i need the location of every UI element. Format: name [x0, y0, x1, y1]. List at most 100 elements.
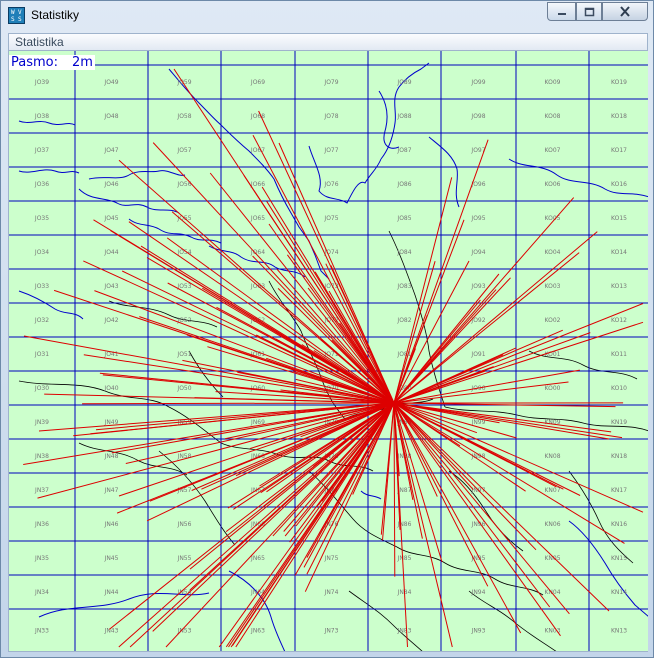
locator-label: JN74 — [324, 589, 339, 596]
country-border-9 — [78, 442, 188, 476]
locator-label: KN04 — [544, 589, 560, 596]
window-title: Statistiky — [31, 8, 80, 22]
coastline-11 — [428, 136, 460, 208]
locator-label: JO82 — [396, 317, 411, 324]
locator-label: KO09 — [545, 79, 561, 86]
locator-label: JN86 — [397, 521, 412, 528]
coastline-2 — [380, 62, 430, 160]
qso-line — [393, 402, 522, 634]
locator-label: JO40 — [103, 385, 118, 392]
maximize-icon — [584, 7, 594, 16]
locator-label: JO77 — [323, 147, 338, 154]
maximize-button[interactable] — [576, 2, 602, 21]
country-border-16 — [468, 590, 557, 651]
qso-line — [393, 402, 396, 577]
locator-label: JN73 — [324, 628, 339, 635]
coastline-9 — [18, 169, 80, 174]
band-label: Pasmo: — [11, 55, 58, 70]
locator-label: KO10 — [611, 385, 627, 392]
locator-label: JO52 — [176, 317, 191, 324]
locator-label: JO85 — [396, 215, 411, 222]
locator-label: KO05 — [545, 215, 561, 222]
locator-label: JO35 — [34, 215, 49, 222]
locator-label: KN16 — [611, 521, 627, 528]
locator-label: JO89 — [396, 79, 411, 86]
locator-label: JN83 — [397, 628, 412, 635]
locator-label: JO47 — [103, 147, 118, 154]
locator-label: JN45 — [104, 555, 119, 562]
locator-label: JN34 — [34, 589, 49, 596]
locator-label: KO12 — [611, 317, 627, 324]
locator-map[interactable]: JO39 JO49 JO59 JO69 JO79 JO89 JO99 KO09 KO19JO38… — [9, 51, 648, 652]
locator-label: JN46 — [104, 521, 119, 528]
locator-label: KO13 — [611, 283, 627, 290]
coastline-0 — [168, 68, 330, 280]
locator-label: JO58 — [176, 113, 191, 120]
menu-statistika[interactable]: Statistika — [15, 35, 64, 49]
country-border-14 — [568, 470, 634, 564]
locator-label: JN37 — [34, 487, 49, 494]
locator-label: JN96 — [471, 521, 486, 528]
locator-label: JO55 — [176, 215, 191, 222]
locator-label: JO65 — [250, 215, 265, 222]
locator-label: KO02 — [545, 317, 561, 324]
locator-label: JN47 — [104, 487, 119, 494]
locator-label: JO63 — [250, 283, 265, 290]
locator-label: KO15 — [611, 215, 627, 222]
locator-label: JN48 — [104, 453, 119, 460]
locator-label: JN38 — [34, 453, 49, 460]
close-button[interactable] — [602, 2, 648, 21]
locator-label: JO57 — [176, 147, 191, 154]
locator-label: JO39 — [34, 79, 49, 86]
locator-label: KO06 — [545, 181, 561, 188]
locator-label: JO87 — [396, 147, 411, 154]
locator-label: JN93 — [471, 628, 486, 635]
locator-label: JO50 — [176, 385, 191, 392]
locator-label: KO08 — [545, 113, 561, 120]
locator-label: KN13 — [611, 628, 627, 635]
qso-line — [393, 252, 580, 404]
locator-label: JO81 — [396, 351, 411, 358]
coastline-4 — [88, 170, 186, 180]
coastline-1 — [308, 145, 382, 204]
locator-label: KO17 — [611, 147, 627, 154]
locator-label: KO11 — [611, 351, 627, 358]
locator-label: JO33 — [34, 283, 49, 290]
locator-label: JN63 — [250, 628, 265, 635]
country-border-15 — [348, 590, 423, 651]
coastline-15 — [568, 520, 648, 617]
qso-line — [393, 197, 575, 404]
locator-label: JN64 — [250, 589, 265, 596]
locator-label: JO44 — [103, 249, 118, 256]
locator-label: JN94 — [471, 589, 486, 596]
locator-label: JO78 — [323, 113, 338, 120]
app-grid-icon[interactable]: WV SS — [8, 7, 25, 24]
minimize-button[interactable] — [547, 2, 576, 21]
locator-label: JO43 — [103, 283, 118, 290]
qso-line — [82, 402, 395, 405]
locator-label: KN19 — [611, 419, 627, 426]
locator-label: KO18 — [611, 113, 627, 120]
menu-bar: Statistika — [8, 33, 648, 51]
locator-label: JN33 — [34, 628, 49, 635]
title-bar[interactable]: WV SS Statistiky — [1, 1, 653, 31]
locator-label: JO37 — [34, 147, 49, 154]
locator-label: JO48 — [103, 113, 118, 120]
country-border-7 — [396, 546, 544, 596]
qso-line — [266, 201, 395, 404]
locator-label: JO91 — [470, 351, 485, 358]
locator-label: KO07 — [545, 147, 561, 154]
band-indicator: Pasmo: 2m — [9, 55, 95, 70]
statistics-map[interactable]: JO39 JO49 JO59 JO69 JO79 JO89 JO99 KO09 KO19 JO38… — [8, 51, 648, 652]
locator-label: JO75 — [323, 215, 338, 222]
locator-label: JO94 — [470, 249, 485, 256]
locator-label: KN17 — [611, 487, 627, 494]
qso-line — [129, 402, 395, 648]
locator-label: JO88 — [396, 113, 411, 120]
qso-line — [259, 402, 395, 487]
locator-label: KO04 — [545, 249, 561, 256]
locator-label: JO49 — [103, 79, 118, 86]
locator-label: KN14 — [611, 589, 627, 596]
locator-label: KO19 — [611, 79, 627, 86]
locator-label: JO32 — [34, 317, 49, 324]
